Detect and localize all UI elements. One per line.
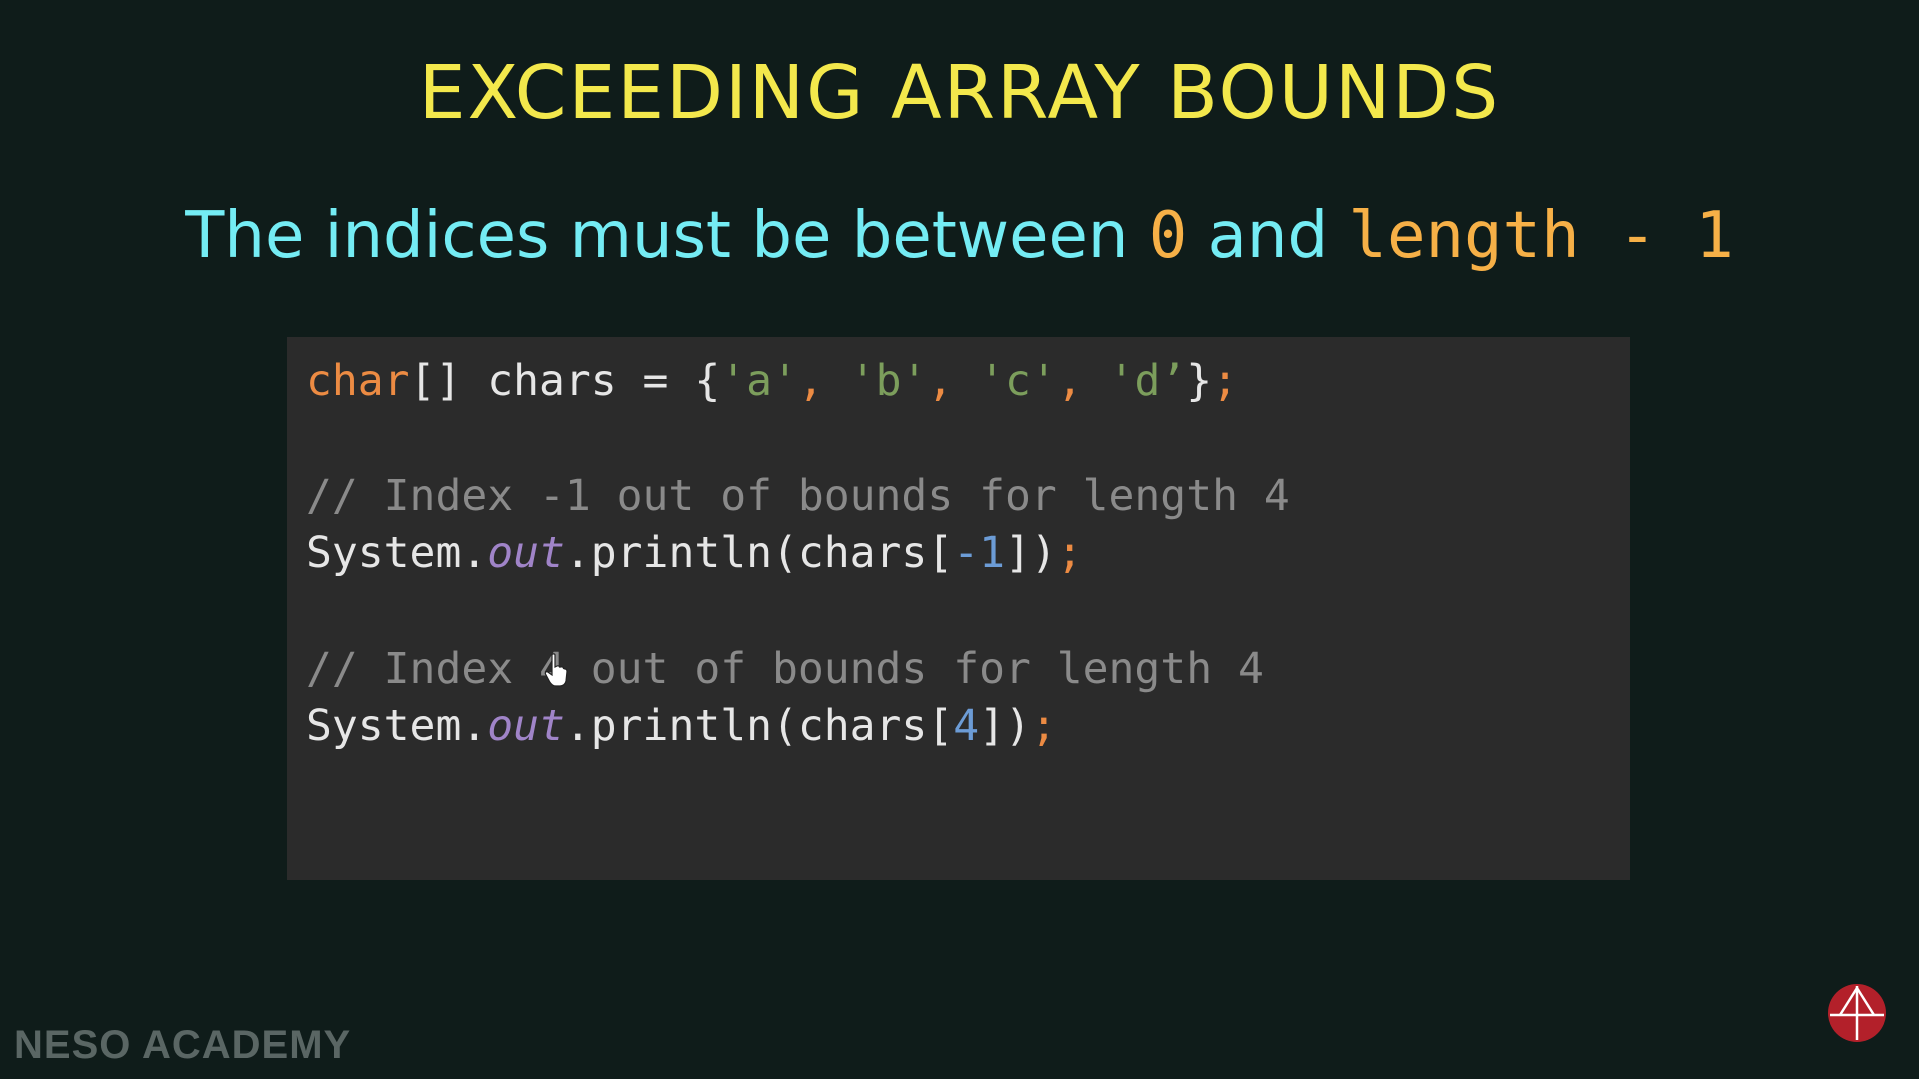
code-brace-close: } (1186, 356, 1213, 406)
code-semicolon: ; (1056, 528, 1083, 578)
code-line-print-four: System.out.println(chars[4]); (306, 698, 1057, 754)
code-println-call: .println(chars[ (564, 528, 954, 578)
subtitle-length-expression: length - 1 (1348, 199, 1734, 273)
code-char-b: 'b' (849, 356, 928, 406)
code-char-c: 'c' (979, 356, 1057, 406)
code-comment-index-four: // Index 4 out of bounds for length 4 (306, 644, 1264, 694)
code-field-out: out (487, 528, 565, 578)
code-println-call: .println(chars[ (564, 701, 954, 751)
code-semicolon: ; (1030, 701, 1057, 751)
code-panel: char[] chars = {'a', 'b', 'c', 'd’}; // … (287, 337, 1630, 880)
slide-title: EXCEEDING ARRAY BOUNDS (418, 50, 1501, 136)
code-declaration: [] chars = { (409, 356, 721, 406)
subtitle-text-part1: The indices must be between (185, 199, 1149, 273)
code-system: System. (306, 701, 488, 751)
code-keyword-char: char (306, 356, 410, 406)
subtitle-text-part2: and (1187, 199, 1349, 273)
neso-academy-logo-icon (1828, 984, 1886, 1042)
code-comma: , (1056, 356, 1109, 406)
code-comment-negative-index: // Index -1 out of bounds for length 4 (306, 471, 1290, 521)
code-index-four: 4 (953, 701, 980, 751)
code-field-out: out (487, 701, 565, 751)
code-comma: , (797, 356, 850, 406)
code-semicolon: ; (1212, 356, 1239, 406)
code-comma: , (927, 356, 980, 406)
code-char-a: 'a' (720, 356, 798, 406)
code-index-negative-one: -1 (953, 528, 1005, 578)
hand-cursor-icon (544, 653, 568, 687)
slide-subtitle: The indices must be between 0 and length… (0, 196, 1919, 276)
code-char-d: 'd’ (1108, 356, 1187, 406)
subtitle-zero: 0 (1148, 199, 1188, 273)
code-line-print-negative: System.out.println(chars[-1]); (306, 525, 1083, 581)
code-system: System. (306, 528, 488, 578)
neso-academy-watermark: NESO ACADEMY (14, 1023, 352, 1067)
code-line-declaration: char[] chars = {'a', 'b', 'c', 'd’}; (306, 353, 1238, 409)
code-bracket-close: ]) (1005, 528, 1057, 578)
code-bracket-close: ]) (979, 701, 1031, 751)
